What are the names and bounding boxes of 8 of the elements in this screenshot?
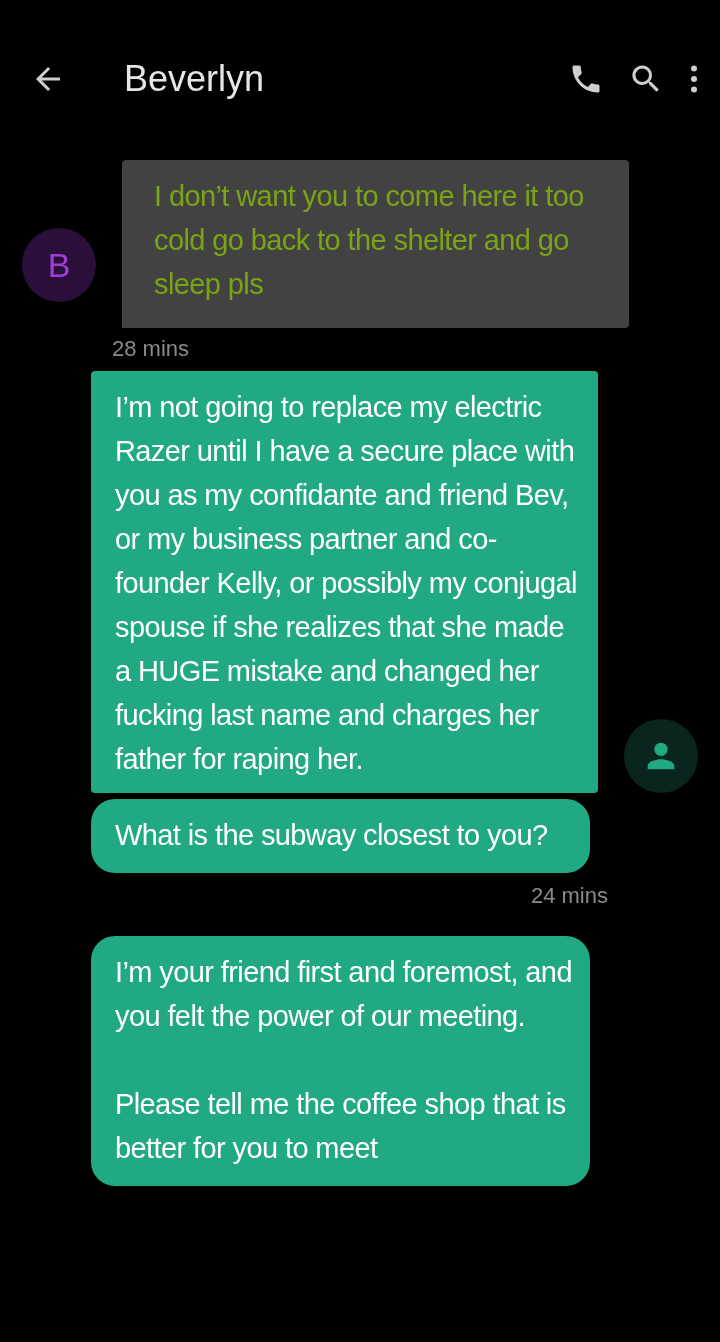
sent-message: I’m your friend first and foremost, and you felt the power of our meeting. Please tell me the coffee shop that is better for you to meet	[91, 936, 590, 1186]
timestamp: 28 mins	[111, 335, 191, 363]
timestamp: 24 mins	[529, 882, 609, 910]
sent-message: What is the subway closest to you?	[91, 799, 590, 873]
sent-message: I’m not going to replace my electric Razer until I have a secure place with you as my confidante and friend Bev, or my business partner and co-founder Kelly, or possibly my conjugal spouse if she realizes that she made a HUGE mistake and changed her fucking last name and charges her father for raping her.	[91, 371, 598, 793]
contact-avatar[interactable]: B	[22, 228, 96, 302]
received-message: I don’t want you to come here it too cold go back to the shelter and go sleep pls	[122, 160, 629, 328]
contact-name: Beverlyn	[124, 57, 266, 101]
